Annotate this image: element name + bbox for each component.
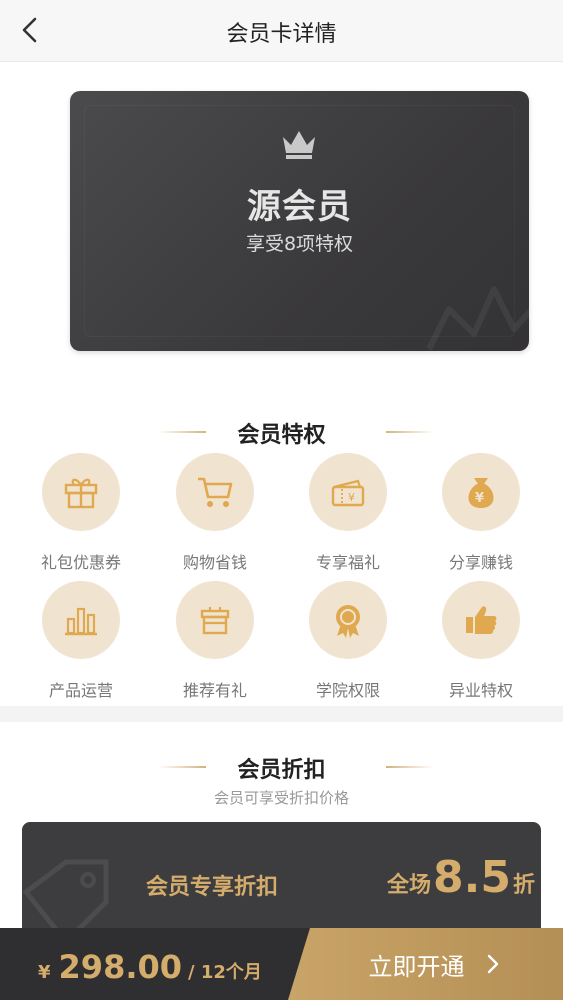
icon-circle	[42, 581, 120, 659]
membership-card: 源会员 享受8项特权	[70, 91, 529, 351]
icon-circle	[42, 453, 120, 531]
svg-text:¥: ¥	[475, 491, 484, 506]
discount-card: 会员专享折扣 全场 8.5 折	[22, 822, 541, 942]
svg-text:¥: ¥	[348, 491, 355, 504]
privilege-label: 学院权限	[315, 681, 380, 700]
thumbs-up-icon	[466, 606, 497, 634]
cart-icon	[198, 477, 233, 507]
discount-title: 会员折扣	[237, 758, 326, 783]
privilege-label: 分享赚钱	[448, 553, 513, 572]
discount-suffix: 折	[512, 873, 535, 898]
privilege-label: 产品运营	[48, 681, 113, 700]
discount-prefix: 全场	[387, 873, 432, 898]
bar-chart-icon	[65, 607, 97, 636]
chevron-right-icon	[487, 954, 498, 974]
top-navbar: 会员卡详情	[0, 0, 563, 62]
privilege-cross-industry[interactable]: 异业特权	[426, 581, 536, 701]
privilege-share-earn[interactable]: ¥ 分享赚钱	[426, 453, 536, 573]
privilege-label: 异业特权	[448, 681, 513, 700]
currency-symbol: ¥	[38, 962, 51, 983]
privilege-label: 推荐有礼	[182, 681, 247, 700]
money-bag-icon: ¥	[468, 478, 494, 508]
award-icon	[336, 605, 360, 638]
privilege-referral-gift[interactable]: 推荐有礼	[160, 581, 270, 701]
icon-circle	[309, 581, 387, 659]
membership-name: 源会员	[247, 187, 352, 227]
open-membership-button[interactable]: 立即开通	[288, 928, 563, 1000]
gift-icon	[64, 478, 98, 509]
discount-value: 全场 8.5 折	[387, 852, 535, 903]
icon-circle	[442, 581, 520, 659]
open-button-label: 立即开通	[368, 952, 465, 981]
membership-subtitle: 享受8项特权	[245, 233, 354, 255]
privilege-label: 礼包优惠券	[40, 553, 121, 572]
ticket-icon: ¥	[331, 479, 365, 507]
gift-box-icon	[200, 607, 230, 635]
privilege-label: 购物省钱	[182, 553, 247, 572]
privilege-exclusive-gift[interactable]: ¥ 专享福礼	[293, 453, 403, 573]
privilege-label: 专享福礼	[315, 553, 380, 572]
crown-icon	[283, 131, 315, 159]
privilege-academy[interactable]: 学院权限	[293, 581, 403, 701]
privilege-gift-coupon[interactable]: 礼包优惠券	[26, 453, 136, 573]
icon-circle: ¥	[442, 453, 520, 531]
price-period: / 12个月	[188, 962, 262, 983]
title-decoration-right	[386, 766, 434, 768]
privilege-product-ops[interactable]: 产品运营	[26, 581, 136, 701]
privileges-title: 会员特权	[237, 423, 326, 448]
crown-watermark-icon	[426, 286, 529, 351]
discount-number: 8.5	[433, 852, 511, 903]
bottom-purchase-bar: ¥ 298.00 / 12个月 立即开通	[0, 928, 563, 1000]
icon-circle	[176, 581, 254, 659]
page-title: 会员卡详情	[226, 22, 337, 47]
discount-label: 会员专享折扣	[146, 875, 279, 900]
title-decoration-right	[386, 431, 434, 433]
discount-subtitle: 会员可享受折扣价格	[213, 789, 349, 807]
privilege-shopping[interactable]: 购物省钱	[160, 453, 270, 573]
price: ¥ 298.00 / 12个月	[38, 948, 262, 986]
icon-circle	[176, 453, 254, 531]
icon-circle: ¥	[309, 453, 387, 531]
price-amount: 298.00	[58, 948, 183, 986]
section-divider	[0, 706, 563, 722]
